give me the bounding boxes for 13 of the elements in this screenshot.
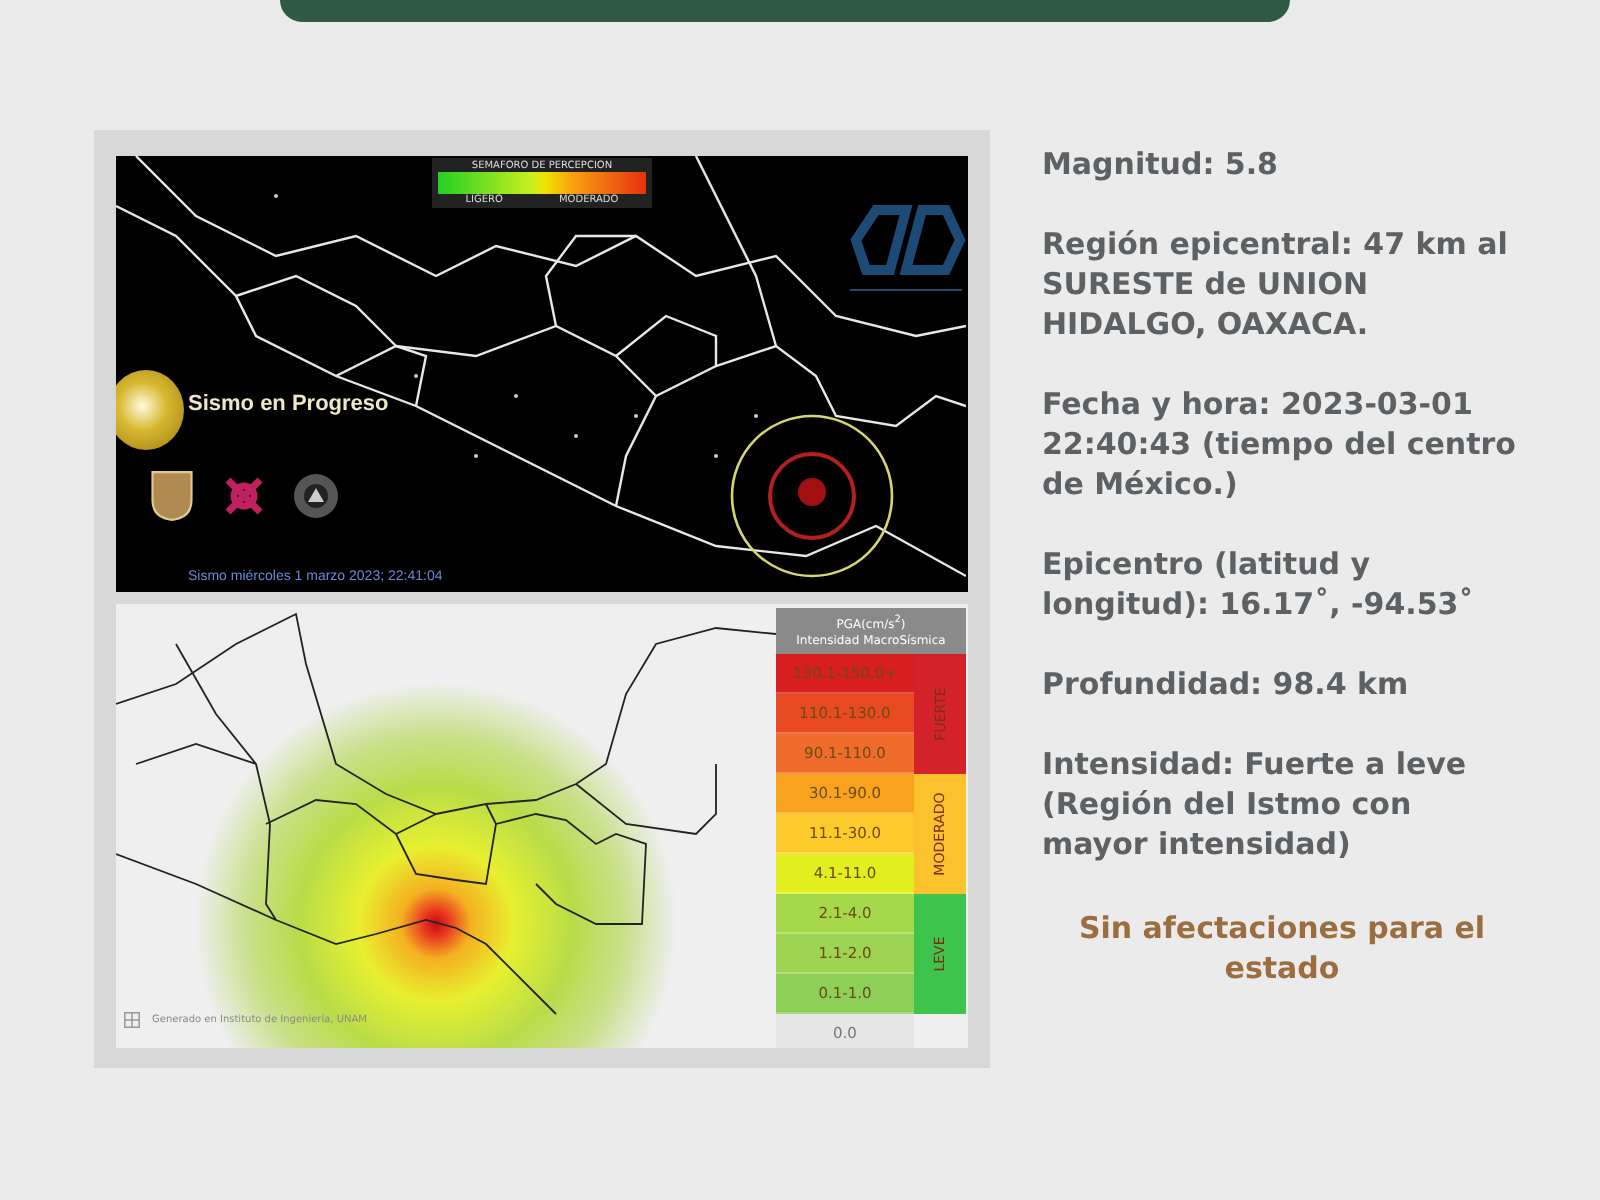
note-text: Sin afectaciones para el estado [1076, 908, 1488, 988]
grid-icon [124, 1012, 140, 1028]
status-text: Sismo en Progreso [188, 392, 389, 416]
sphere-icon [116, 370, 184, 450]
detail-text: Intensidad: Fuerte a leve (Región del Istmo con mayor intensidad) [1042, 744, 1469, 864]
detail-text: Fecha y hora: 2023-03-01 22:40:43 (tiempo del centro de México.) [1042, 384, 1518, 504]
detail-text: Región epicentral: 47 km al SURESTE de UNION HIDALGO, OAXACA. [1042, 224, 1510, 344]
shield-icon [148, 470, 196, 522]
epicenter-rings-icon [728, 412, 896, 580]
detail-text: Magnitud: 5.8 [1042, 144, 1280, 184]
detail-text: Epicentro (latitud y longitud): 16.17˚, -94.53˚ [1042, 544, 1476, 624]
triangle-seal-icon [292, 470, 340, 522]
detail-text: Profundidad: 98.4 km [1042, 664, 1411, 704]
